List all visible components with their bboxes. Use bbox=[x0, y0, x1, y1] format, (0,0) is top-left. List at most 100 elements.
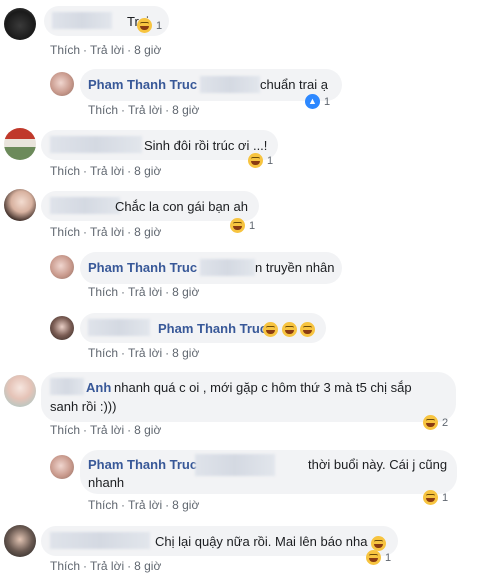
timestamp: 8 giờ bbox=[172, 498, 200, 512]
comment-bubble: Pham Thanh Truc thời buổi này. Cái j cũn… bbox=[80, 450, 457, 494]
blurred-name bbox=[52, 12, 112, 29]
reaction-badge[interactable]: 1 bbox=[366, 550, 391, 565]
blurred-name bbox=[88, 319, 150, 336]
laughing-emoji-icon bbox=[281, 322, 297, 338]
avatar[interactable] bbox=[50, 455, 74, 479]
comment-text: Sinh đôi rồi trúc ơi ...! bbox=[144, 138, 268, 153]
tagged-name[interactable]: Pham Thanh Truc bbox=[158, 320, 267, 337]
avatar[interactable] bbox=[50, 255, 74, 279]
avatar[interactable] bbox=[4, 189, 36, 221]
comment-text-line2: sanh rồi :))) bbox=[50, 399, 117, 414]
reaction-count: 1 bbox=[267, 154, 274, 167]
reaction-count: 1 bbox=[249, 219, 256, 232]
laughing-emoji-icon bbox=[137, 18, 152, 33]
comment-text-line2: nhanh bbox=[88, 475, 125, 490]
comment-actions: Thích · Trả lời · 8 giờ bbox=[88, 346, 200, 360]
like-link[interactable]: Thích bbox=[88, 498, 118, 512]
reply-link[interactable]: Trả lời bbox=[90, 43, 124, 57]
author-name[interactable]: Pham Thanh Truc bbox=[88, 259, 197, 276]
timestamp: 8 giờ bbox=[172, 346, 200, 360]
laughing-emoji-icon bbox=[263, 322, 278, 338]
like-link[interactable]: Thích bbox=[50, 225, 80, 239]
comment-bubble: Chắc la con gái bạn ah bbox=[41, 191, 259, 221]
timestamp: 8 giờ bbox=[172, 285, 200, 299]
like-link[interactable]: Thích bbox=[50, 43, 80, 57]
comment-text: Chắc la con gái bạn ah bbox=[115, 199, 248, 214]
comment-actions: Thích · Trả lời · 8 giờ bbox=[50, 43, 162, 57]
comment-text: chuẩn trai ạ bbox=[260, 77, 328, 92]
comment-bubble: Pham Thanh Truc n truyền nhân bbox=[80, 252, 342, 284]
reaction-emojis bbox=[263, 320, 316, 338]
blurred-name bbox=[50, 136, 142, 153]
avatar[interactable] bbox=[4, 8, 36, 40]
comment-bubble: Pham Thanh Truc bbox=[80, 313, 326, 343]
comment-actions: Thích · Trả lời · 8 giờ bbox=[88, 498, 200, 512]
comment-actions: Thích · Trả lời · 8 giờ bbox=[50, 559, 162, 573]
timestamp: 8 giờ bbox=[172, 103, 200, 117]
reaction-badge[interactable]: 2 bbox=[423, 415, 448, 430]
like-link[interactable]: Thích bbox=[88, 346, 118, 360]
timestamp: 8 giờ bbox=[134, 43, 162, 57]
reaction-count: 2 bbox=[442, 416, 449, 429]
like-link[interactable]: Thích bbox=[88, 103, 118, 117]
reply-link[interactable]: Trả lời bbox=[128, 103, 162, 117]
reaction-badge[interactable]: ▲ 1 bbox=[305, 94, 330, 109]
avatar[interactable] bbox=[50, 316, 74, 340]
timestamp: 8 giờ bbox=[134, 559, 162, 573]
reaction-count: 1 bbox=[442, 491, 449, 504]
timestamp: 8 giờ bbox=[134, 423, 162, 437]
comment-text: n truyền nhân bbox=[255, 260, 335, 275]
blurred-name bbox=[50, 532, 150, 549]
reaction-badge[interactable]: 1 bbox=[248, 153, 273, 168]
comment-text-line1: nhanh quá c oi , mới gặp c hôm thứ 3 mà … bbox=[114, 380, 412, 395]
avatar[interactable] bbox=[50, 72, 74, 96]
laughing-emoji-icon bbox=[248, 153, 263, 168]
blurred-name bbox=[50, 378, 84, 395]
like-link[interactable]: Thích bbox=[88, 285, 118, 299]
laughing-emoji-icon bbox=[230, 218, 245, 233]
like-link[interactable]: Thích bbox=[50, 423, 80, 437]
like-link[interactable]: Thích bbox=[50, 164, 80, 178]
blurred-name bbox=[50, 197, 120, 214]
reply-link[interactable]: Trả lời bbox=[90, 559, 124, 573]
comment-bubble: Chị lại quậy nữa rồi. Mai lên báo nha bbox=[41, 526, 398, 556]
author-name[interactable]: Pham Thanh Truc bbox=[88, 76, 197, 93]
comment-bubble: Anh nhanh quá c oi , mới gặp c hôm thứ 3… bbox=[41, 372, 456, 422]
reply-link[interactable]: Trả lời bbox=[90, 164, 124, 178]
blurred-text bbox=[195, 454, 275, 476]
comment-text: Chị lại quậy nữa rồi. Mai lên báo nha bbox=[155, 534, 368, 549]
author-name[interactable]: Pham Thanh Truc bbox=[88, 456, 197, 473]
avatar[interactable] bbox=[4, 375, 36, 407]
reaction-count: 1 bbox=[385, 551, 392, 564]
comment-bubble: Pham Thanh Truc chuẩn trai ạ bbox=[80, 69, 342, 101]
laughing-emoji-icon bbox=[371, 536, 386, 552]
reply-link[interactable]: Trả lời bbox=[128, 285, 162, 299]
reaction-count: 1 bbox=[156, 19, 163, 32]
reply-link[interactable]: Trả lời bbox=[128, 346, 162, 360]
comment-actions: Thích · Trả lời · 8 giờ bbox=[88, 103, 200, 117]
reply-link[interactable]: Trả lời bbox=[90, 423, 124, 437]
comment-actions: Thích · Trả lời · 8 giờ bbox=[50, 225, 162, 239]
reaction-badge[interactable]: 1 bbox=[137, 18, 162, 33]
laughing-emoji-icon bbox=[423, 415, 438, 430]
reaction-badge[interactable]: 1 bbox=[423, 490, 448, 505]
comment-actions: Thích · Trả lời · 8 giờ bbox=[88, 285, 200, 299]
timestamp: 8 giờ bbox=[134, 225, 162, 239]
comment-actions: Thích · Trả lời · 8 giờ bbox=[50, 164, 162, 178]
avatar[interactable] bbox=[4, 128, 36, 160]
laughing-emoji-icon bbox=[300, 322, 316, 338]
comment-text-line1: thời buổi này. Cái j cũng bbox=[308, 457, 448, 472]
avatar[interactable] bbox=[4, 525, 36, 557]
comment-actions: Thích · Trả lời · 8 giờ bbox=[50, 423, 162, 437]
reply-link[interactable]: Trả lời bbox=[128, 498, 162, 512]
reply-link[interactable]: Trả lời bbox=[90, 225, 124, 239]
laughing-emoji-icon bbox=[423, 490, 438, 505]
blurred-text bbox=[200, 259, 255, 276]
like-link[interactable]: Thích bbox=[50, 559, 80, 573]
thumbs-up-icon: ▲ bbox=[305, 94, 320, 109]
author-name[interactable]: Anh bbox=[86, 379, 111, 396]
reaction-count: 1 bbox=[324, 95, 331, 108]
reaction-badge[interactable]: 1 bbox=[230, 218, 255, 233]
laughing-emoji-icon bbox=[366, 550, 381, 565]
blurred-text bbox=[200, 76, 260, 93]
